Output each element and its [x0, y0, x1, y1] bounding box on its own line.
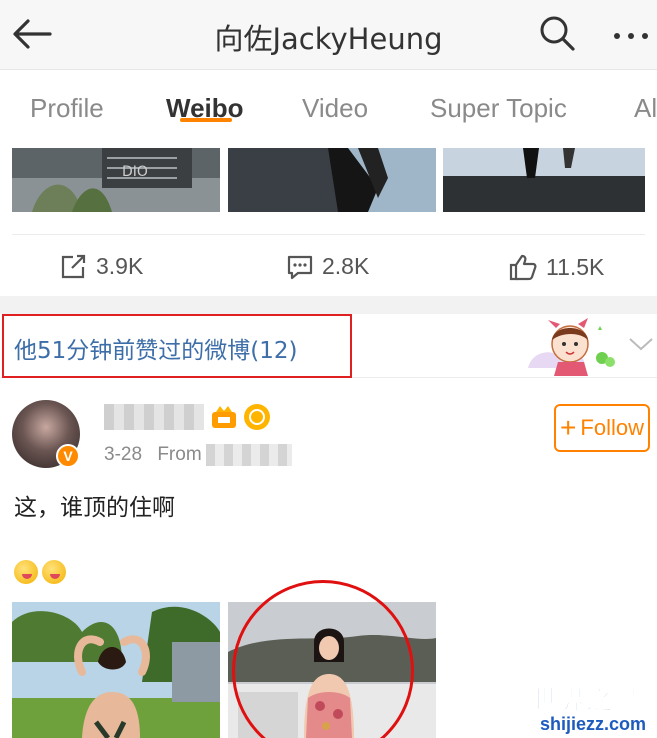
tab-video[interactable]: Video [302, 93, 368, 124]
more-dots-icon [642, 33, 648, 39]
repost-icon [61, 254, 86, 278]
post-text: 这，谁顶的住啊 [14, 495, 175, 521]
post-action-bar: 3.9K 2.8K 11.5K [12, 234, 645, 296]
tab-album[interactable]: Al [634, 93, 657, 124]
watermark-sub: shijiezz.com [540, 714, 647, 734]
annotation-highlight-box [2, 314, 352, 378]
post-date: 3-28 [104, 444, 143, 465]
repost-button[interactable]: 3.9K [60, 253, 143, 280]
profile-tabs: Profile Weibo Video Super Topic Al [0, 71, 657, 147]
more-dots-icon [614, 33, 620, 39]
post-image-3[interactable] [443, 148, 645, 212]
comment-button[interactable]: 2.8K [286, 253, 369, 280]
section-divider [0, 296, 657, 314]
post-image-2[interactable] [228, 148, 436, 212]
liked-posts-banner[interactable]: 他51分钟前赞过的微博(12) [0, 314, 657, 378]
svg-text:DIO: DIO [122, 164, 148, 180]
comment-icon [287, 255, 313, 279]
repost-count: 3.9K [96, 253, 144, 279]
tab-super-topic[interactable]: Super Topic [430, 93, 567, 124]
plus-icon: + [560, 412, 577, 443]
post-image-1[interactable]: DIO [12, 148, 220, 212]
watermark-main: 世界之最 [531, 686, 641, 717]
tab-profile[interactable]: Profile [30, 93, 104, 124]
site-watermark: 世界之最 shijiezz.com [531, 680, 656, 736]
verified-badge-icon: V [56, 444, 80, 468]
username-redacted[interactable] [104, 404, 204, 430]
top-nav-bar: 向佐JackyHeung [0, 0, 657, 70]
search-icon [540, 16, 575, 51]
post-source-redacted [206, 444, 292, 466]
post-source-label: From [157, 444, 202, 465]
drooling-face-emoji-icon [42, 560, 66, 584]
follow-button[interactable]: + Follow [554, 404, 650, 452]
thumbs-up-icon [509, 254, 537, 281]
drooling-face-emoji-icon [14, 560, 38, 584]
comment-count: 2.8K [322, 253, 370, 279]
more-dots-icon [628, 33, 634, 39]
more-button[interactable] [604, 14, 654, 54]
like-count: 11.5K [546, 253, 605, 280]
search-button[interactable] [536, 12, 578, 54]
follow-label: Follow [580, 415, 644, 440]
medal-icon [244, 404, 270, 430]
cartoon-girl-sticker-icon [528, 318, 628, 376]
chevron-down-icon[interactable] [628, 334, 654, 354]
vip-crown-icon [210, 404, 238, 430]
post-photo-1[interactable] [12, 602, 220, 738]
active-tab-indicator [180, 118, 232, 122]
like-button[interactable]: 11.5K [508, 253, 604, 281]
post-meta: 3-28 From [104, 444, 202, 466]
